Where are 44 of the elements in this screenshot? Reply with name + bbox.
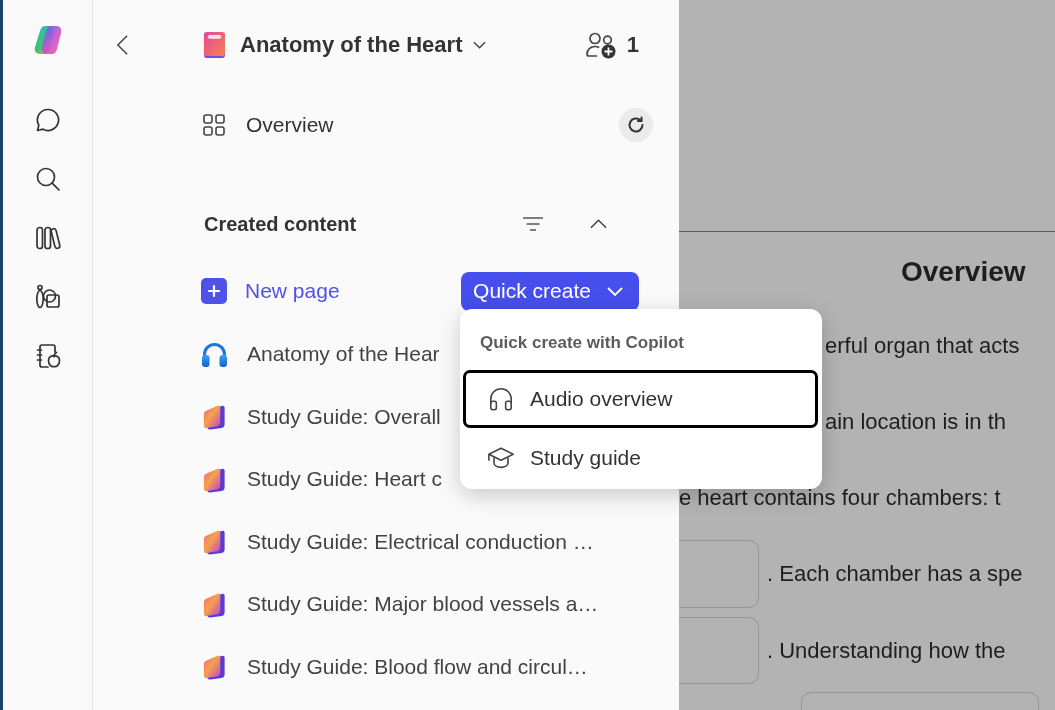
page-item[interactable]: Study Guide: Heart c xyxy=(201,465,442,493)
filter-icon xyxy=(523,217,543,231)
refresh-button[interactable] xyxy=(619,108,653,142)
page-item[interactable]: Study Guide: Overall xyxy=(201,403,441,431)
headphones-icon xyxy=(487,386,515,412)
new-page-button[interactable]: New page xyxy=(201,278,340,304)
document-text: erful organ that acts xyxy=(825,333,1020,359)
caret-icon xyxy=(607,286,623,296)
document-title: Overview xyxy=(901,256,1026,288)
document-text: . Understanding how the xyxy=(767,637,1006,664)
collapse-button[interactable] xyxy=(590,219,607,229)
quick-create-button[interactable]: Quick create xyxy=(461,271,639,311)
menu-item[interactable]: Study guide xyxy=(463,430,818,486)
menu-item[interactable]: Audio overview xyxy=(463,370,818,428)
plus-icon xyxy=(201,278,227,304)
study-guide-icon xyxy=(201,528,228,556)
menu-heading: Quick create with Copilot xyxy=(479,332,686,354)
page-item[interactable]: Anatomy of the Hear xyxy=(201,340,440,368)
grid-icon xyxy=(203,114,225,136)
back-button[interactable] xyxy=(114,32,130,58)
document-text: ain location is in th xyxy=(825,409,1006,435)
chevron-up-icon xyxy=(590,219,607,229)
document-text: e heart contains four chambers: t xyxy=(679,485,1001,511)
refresh-icon xyxy=(626,115,646,135)
caret-icon xyxy=(473,41,487,49)
document-text: . Each chamber has a spe xyxy=(767,561,1023,587)
chevron-left-icon xyxy=(115,33,129,57)
page-item[interactable]: Study Guide: Electrical conduction … xyxy=(201,528,594,556)
people-add-icon xyxy=(584,31,617,59)
books-icon[interactable] xyxy=(33,224,62,252)
notebook-title-button[interactable]: Anatomy of the Heart xyxy=(240,32,487,58)
study-guide-icon xyxy=(201,403,228,431)
graduation-cap-icon xyxy=(487,445,515,471)
headphones-icon xyxy=(201,340,228,368)
filter-button[interactable] xyxy=(523,217,543,231)
share-button[interactable]: 1 xyxy=(584,31,639,59)
overview-item[interactable]: Overview xyxy=(203,113,334,137)
section-heading: Created content xyxy=(204,212,357,236)
chat-icon[interactable] xyxy=(33,106,62,134)
page-item[interactable]: Study Guide: Major blood vessels a… xyxy=(201,590,599,618)
study-guide-icon xyxy=(201,653,228,681)
notebook-icon xyxy=(203,31,226,59)
pen-and-shapes-icon[interactable] xyxy=(33,283,62,311)
page-item[interactable]: Study Guide: Blood flow and circul… xyxy=(201,653,588,681)
